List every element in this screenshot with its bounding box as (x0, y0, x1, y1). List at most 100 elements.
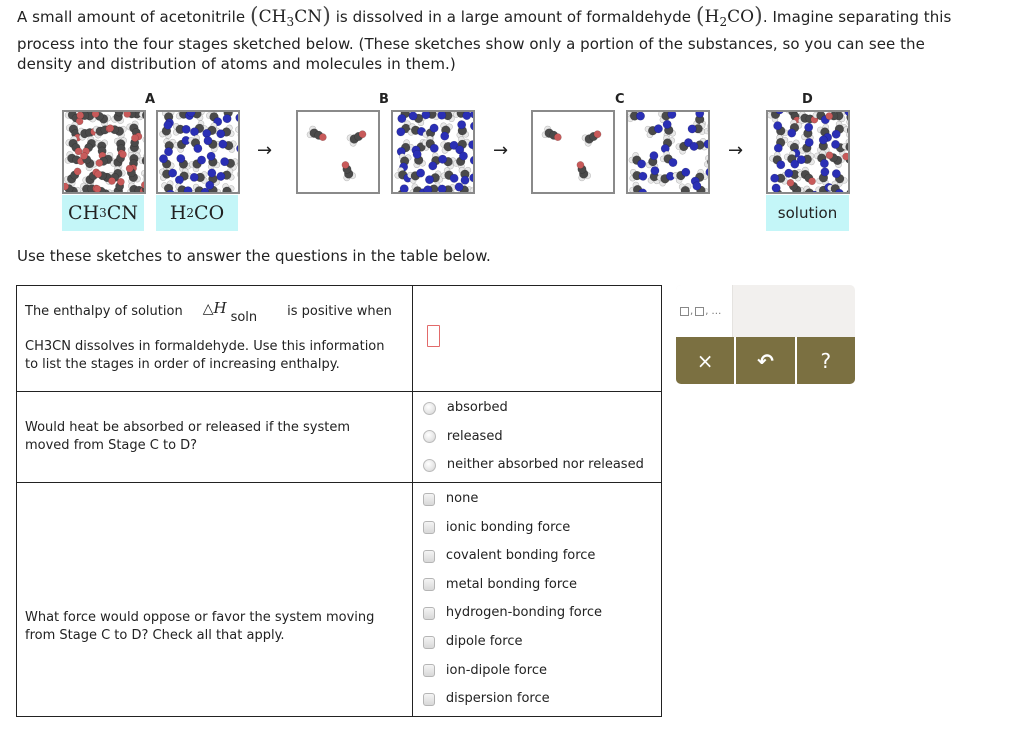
question-row-enthalpy-order: The enthalpy of solution △H soln is posit… (16, 285, 663, 392)
arrow-c-to-d: → (728, 140, 744, 161)
formaldehyde-molecule (469, 155, 473, 165)
stage-c-gas-sketch (531, 110, 615, 194)
formaldehyde-molecule (236, 190, 238, 192)
atom (235, 126, 238, 133)
acetonitrile-molecule (797, 166, 816, 186)
checkbox[interactable] (422, 549, 435, 563)
formaldehyde-molecule (163, 138, 176, 157)
help-button[interactable]: ? (796, 337, 855, 384)
atom (76, 112, 85, 120)
formaldehyde-molecule (440, 122, 453, 141)
question-row-forces: What force would oppose or favor the sys… (16, 481, 663, 717)
acetonitrile-molecule (141, 169, 144, 183)
checkbox[interactable] (422, 635, 435, 649)
acetonitrile-molecule (541, 125, 562, 142)
checkbox-option-ionic[interactable]: ionic bonding force (413, 513, 661, 542)
atom (131, 134, 139, 142)
radio-option-released[interactable]: released (413, 423, 661, 452)
formaldehyde-molecule (235, 126, 238, 139)
formaldehyde-molecule (173, 136, 191, 153)
forces-checkbox-group: none ionic bonding force covalent bondin… (413, 483, 661, 716)
formaldehyde-molecule (206, 151, 221, 170)
formaldehyde-molecule (629, 168, 648, 182)
clear-button[interactable]: × (676, 337, 737, 384)
atom (189, 172, 199, 182)
question-text: Would heat be absorbed or released if th… (25, 419, 351, 435)
question-text: moved from Stage C to D? (25, 437, 198, 453)
formaldehyde-formula: H2CO (704, 7, 755, 29)
atom (181, 124, 191, 134)
formaldehyde-molecule (628, 112, 645, 123)
atom (687, 124, 697, 134)
intro-text: is dissolved in a large amount of formal… (335, 8, 692, 26)
atom (235, 113, 238, 123)
stage-order-answer-input[interactable] (426, 324, 440, 347)
checkbox[interactable] (422, 492, 435, 506)
checkbox[interactable] (422, 521, 435, 535)
formaldehyde-molecule (189, 171, 208, 184)
checkbox-option-dispersion[interactable]: dispersion force (413, 685, 661, 714)
checkbox-option-covalent[interactable]: covalent bonding force (413, 542, 661, 571)
label-acetonitrile: CH 3 CN (62, 195, 144, 231)
acetonitrile-formula: CH3CN (258, 7, 323, 29)
question-text: is positive when (287, 304, 392, 319)
list-template-icon (695, 306, 705, 316)
formaldehyde-molecule (678, 183, 692, 192)
label-solution: solution (766, 195, 849, 231)
checkbox-option-dipole[interactable]: dipole force (413, 628, 661, 657)
atom (236, 190, 238, 192)
question-table: The enthalpy of solution △H soln is posit… (16, 285, 663, 717)
formaldehyde-molecule (222, 112, 236, 124)
checkbox-option-none[interactable]: none (413, 485, 661, 514)
formaldehyde-molecule (174, 183, 193, 192)
intro-text: A small amount of acetonitrile (17, 8, 246, 26)
formaldehyde-molecule (440, 167, 459, 183)
atom (469, 155, 473, 165)
formaldehyde-molecule (218, 139, 237, 153)
formaldehyde-molecule (236, 171, 238, 178)
radio-button[interactable] (422, 401, 436, 415)
radio-option-absorbed[interactable]: absorbed (413, 394, 661, 423)
label-formaldehyde: H 2 CO (156, 195, 238, 231)
list-template-button[interactable]: ,,… (676, 285, 733, 337)
question-text: The enthalpy of solution (25, 304, 183, 319)
arrow-b-to-c: → (493, 140, 509, 161)
stage-c-formaldehyde-sketch (626, 110, 710, 194)
formaldehyde-molecule (188, 155, 207, 173)
formaldehyde-molecule (628, 152, 647, 169)
stage-b-formaldehyde-sketch (391, 110, 475, 194)
acetonitrile-molecule (576, 161, 591, 182)
heat-radio-group: absorbed released neither absorbed nor r… (413, 392, 661, 482)
formaldehyde-molecule (458, 166, 472, 185)
checkbox[interactable] (422, 692, 435, 706)
stage-d-solution-sketch (766, 110, 850, 194)
formaldehyde-molecule (456, 120, 470, 139)
radio-button[interactable] (422, 458, 436, 472)
formaldehyde-molecule (629, 181, 648, 192)
checkbox[interactable] (422, 578, 435, 592)
checkbox-option-hydrogen-bonding[interactable]: hydrogen-bonding force (413, 599, 661, 628)
formaldehyde-molecule (425, 170, 444, 185)
formaldehyde-molecule (397, 184, 409, 192)
formaldehyde-molecule (161, 180, 175, 192)
formaldehyde-molecule (799, 137, 814, 157)
stage-letter-b: B (379, 92, 389, 107)
formaldehyde-molecule (644, 124, 663, 139)
problem-intro: A small amount of acetonitrile (CH3CN) i… (17, 4, 1007, 74)
stage-b-gas-sketch (296, 110, 380, 194)
radio-option-neither[interactable]: neither absorbed nor released (413, 451, 661, 480)
undo-icon: ↶ (757, 348, 774, 373)
formaldehyde-molecule (438, 154, 457, 170)
checkbox[interactable] (422, 606, 435, 620)
checkbox-option-ion-dipole[interactable]: ion-dipole force (413, 656, 661, 685)
formaldehyde-molecule (846, 167, 848, 186)
atom (470, 121, 473, 131)
atom (141, 169, 144, 177)
checkbox-option-metal[interactable]: metal bonding force (413, 571, 661, 600)
atom (796, 155, 806, 165)
checkbox[interactable] (422, 664, 435, 678)
atom (770, 173, 780, 183)
answer-tools-panel: ,,… × ↶ ? (676, 285, 855, 384)
undo-button[interactable]: ↶ (736, 337, 797, 384)
radio-button[interactable] (422, 430, 436, 444)
